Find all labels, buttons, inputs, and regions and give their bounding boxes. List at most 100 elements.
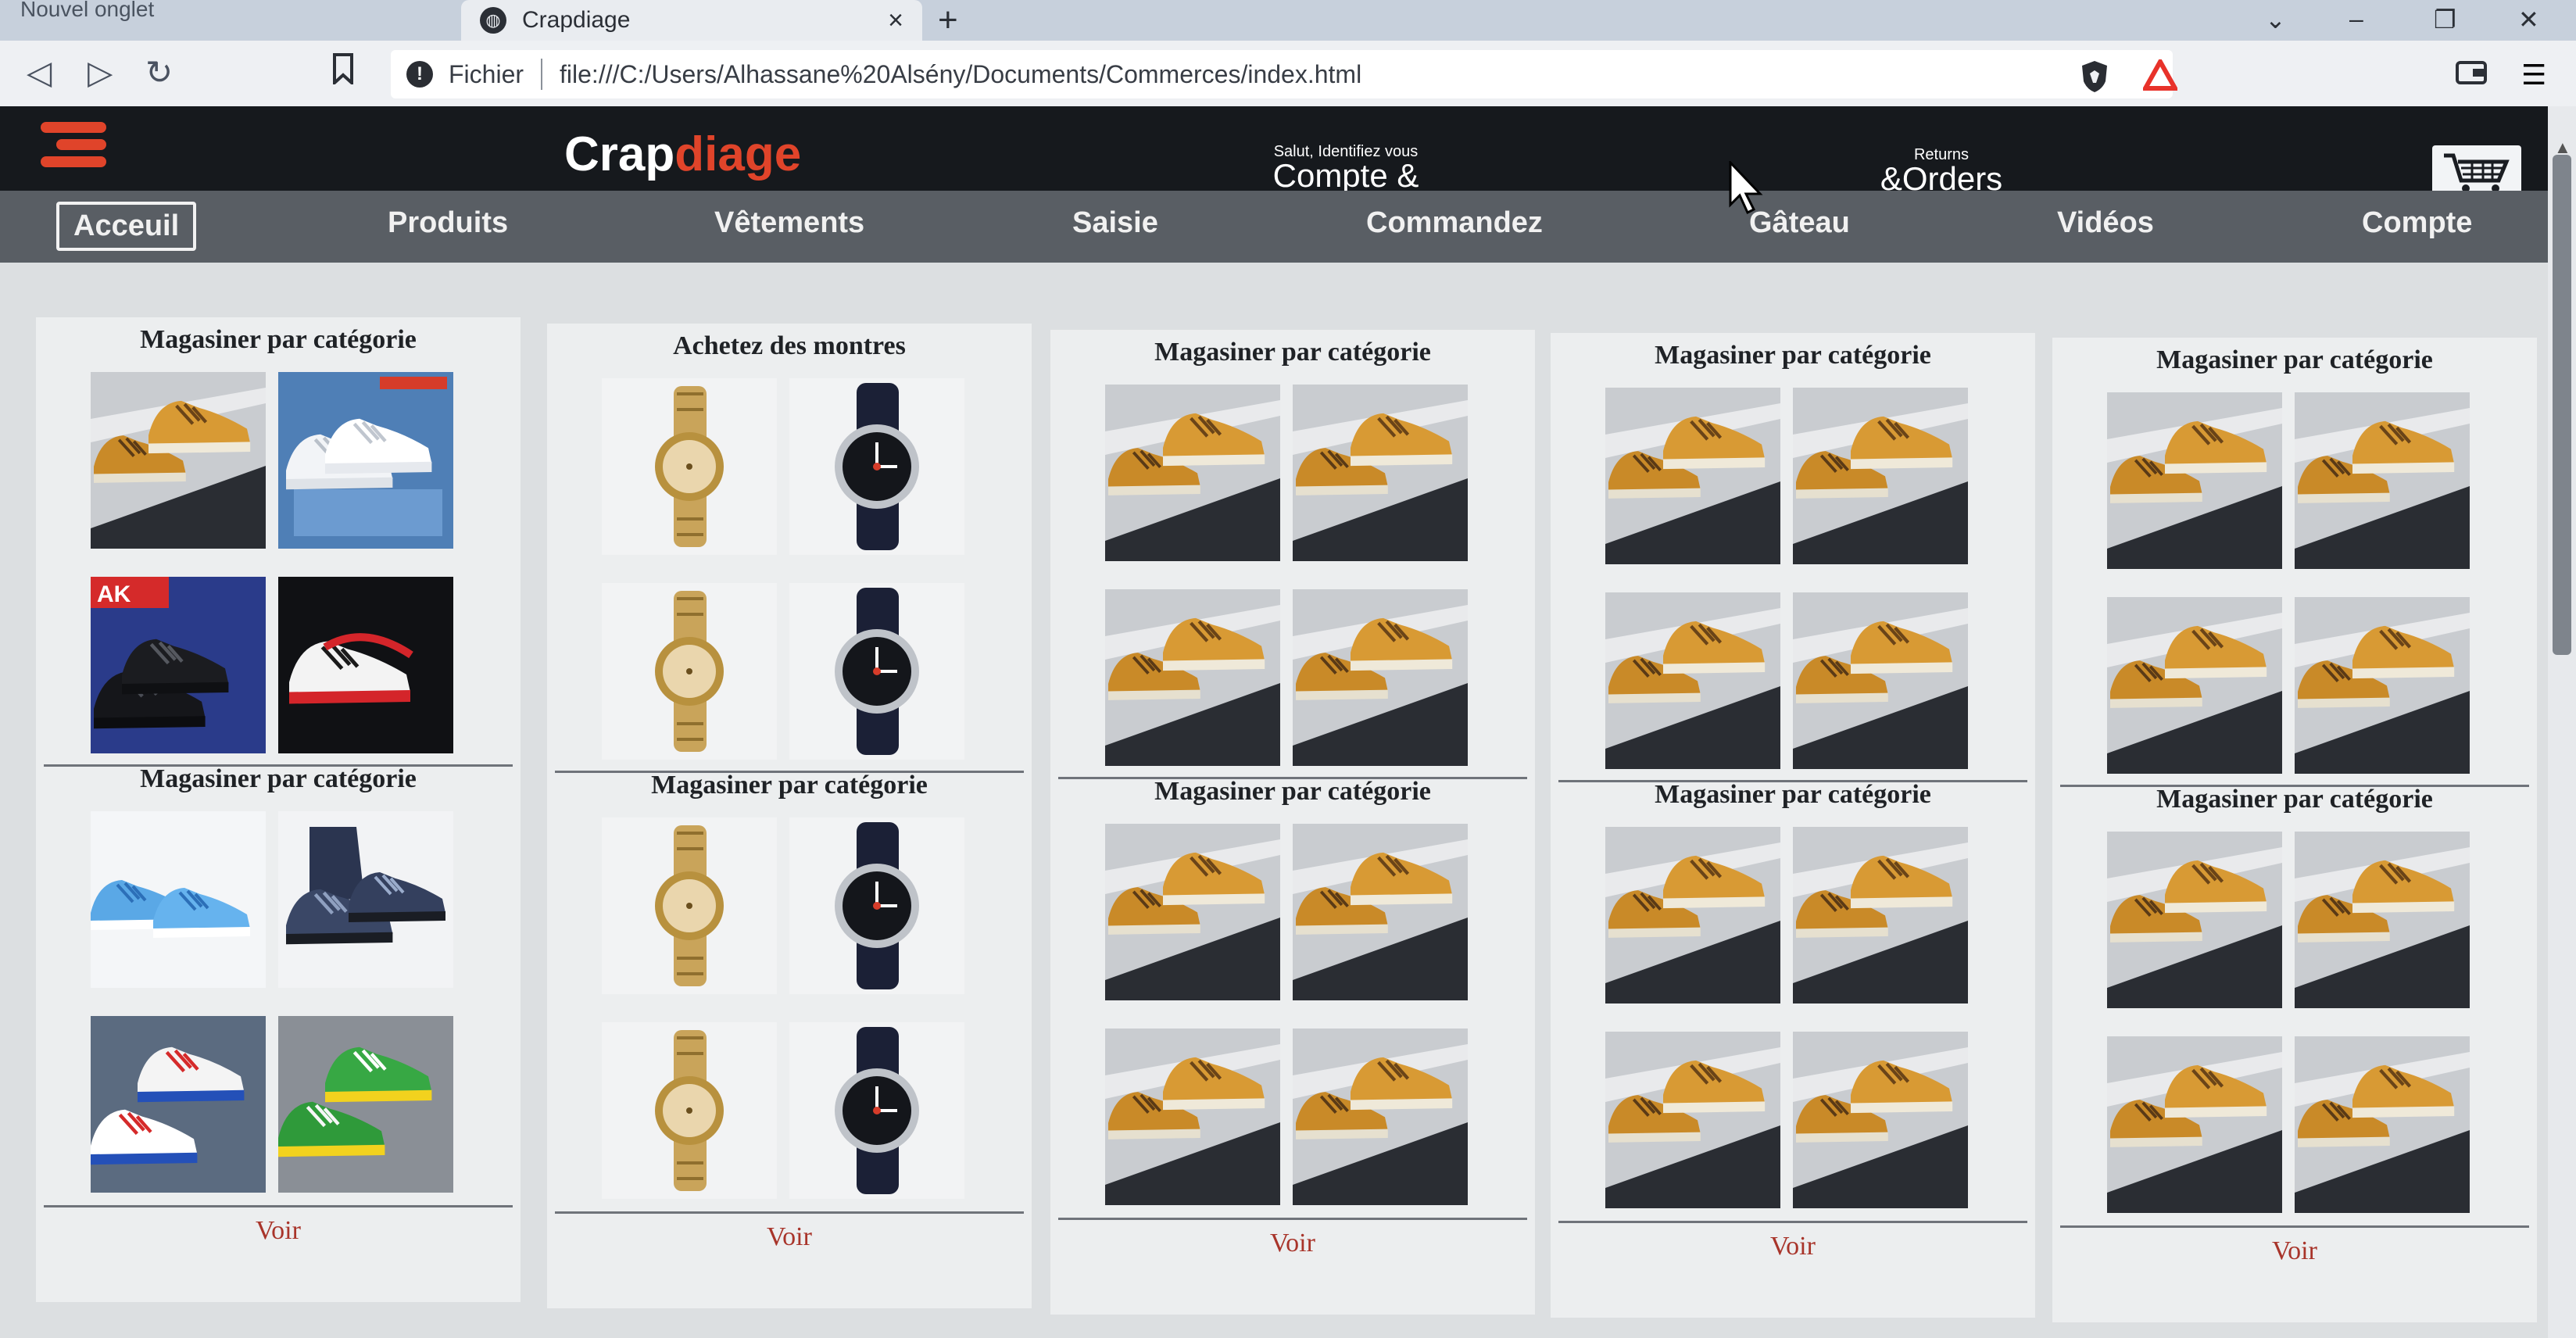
product-image-black-watch[interactable] (789, 378, 964, 555)
product-image-gold-watch[interactable] (602, 378, 777, 555)
nav-saisie[interactable]: Saisie (1058, 202, 1172, 245)
product-image-tan-sneakers[interactable] (1605, 1032, 1780, 1208)
reload-icon[interactable]: ↻ (145, 53, 173, 92)
section-divider (44, 1205, 513, 1207)
close-tab-icon[interactable]: × (888, 5, 903, 36)
product-image-tan-sneakers[interactable] (1105, 385, 1280, 561)
product-image-gold-watch[interactable] (602, 817, 777, 994)
section-title: Magasiner par catégorie (1154, 338, 1431, 367)
category-section: Magasiner par catégorie AK (36, 325, 521, 763)
tab-new-tab[interactable]: Nouvel onglet (0, 0, 461, 41)
product-image-tan-sneakers[interactable] (1293, 385, 1468, 561)
browser-toolbar: ◁ ▷ ↻ ! Fichier file:///C:/Users/Alhassa… (0, 41, 2576, 106)
product-image-green-yellow-sneakers[interactable] (278, 1016, 453, 1193)
product-image-tan-sneakers[interactable] (2295, 597, 2470, 774)
shield-icon[interactable] (2079, 59, 2110, 99)
wallet-icon[interactable] (2456, 59, 2487, 91)
category-section: Magasiner par catégorie (1551, 341, 2035, 778)
category-section: Magasiner par catégorie (2052, 785, 2537, 1222)
tab-new-tab-label: Nouvel onglet (20, 0, 155, 21)
maximize-button[interactable]: ❐ (2434, 5, 2456, 34)
product-image-gold-watch[interactable] (602, 583, 777, 760)
product-image-tan-sneakers[interactable] (1105, 824, 1280, 1000)
product-image-tan-sneakers[interactable] (2107, 1036, 2282, 1213)
product-image-tan-sneakers[interactable] (1293, 589, 1468, 766)
nav-vetements[interactable]: Vêtements (700, 202, 878, 245)
product-grid: Magasiner par catégorie AK Magasiner par… (0, 263, 2548, 1338)
product-image-tan-sneakers[interactable] (2107, 832, 2282, 1008)
category-section: Achetez des montres (547, 331, 1032, 769)
hamburger-menu-icon[interactable] (41, 122, 106, 174)
product-image-tan-sneakers[interactable] (1793, 592, 1968, 769)
menu-icon[interactable]: ☰ (2521, 59, 2546, 91)
section-title: Magasiner par catégorie (2156, 345, 2433, 374)
site-info-icon[interactable]: ! (406, 61, 433, 88)
url-scheme-label: Fichier (449, 59, 524, 88)
section-title: Magasiner par catégorie (140, 325, 417, 354)
product-image-tan-sneakers[interactable] (1605, 827, 1780, 1004)
minimize-button[interactable]: – (2349, 5, 2363, 34)
product-image-tan-sneakers[interactable] (91, 372, 266, 549)
product-image-tan-sneakers[interactable] (2295, 1036, 2470, 1213)
product-image-white-sneakers-box[interactable] (278, 372, 453, 549)
product-image-navy-high-top[interactable] (278, 811, 453, 988)
site-header: Crapdiage Salut, Identifiez vous Compte … (0, 106, 2548, 225)
product-image-black-boots-ak[interactable]: AK (91, 577, 266, 753)
address-bar[interactable]: ! Fichier file:///C:/Users/Alhassane%20A… (391, 50, 2173, 98)
product-image-tan-sneakers[interactable] (1605, 388, 1780, 564)
voir-link[interactable]: Voir (36, 1216, 521, 1246)
voir-link[interactable]: Voir (1551, 1232, 2035, 1261)
product-image-black-watch[interactable] (789, 817, 964, 994)
product-image-tan-sneakers[interactable] (1293, 1029, 1468, 1205)
nav-produits[interactable]: Produits (374, 202, 522, 245)
page-scrollbar[interactable]: ▲ (2548, 106, 2576, 1338)
scrollbar-thumb[interactable] (2553, 155, 2571, 655)
product-image-tan-sneakers[interactable] (1105, 589, 1280, 766)
nav-compte[interactable]: Compte (2348, 202, 2486, 245)
voir-link[interactable]: Voir (547, 1222, 1032, 1252)
product-image-tan-sneakers[interactable] (1793, 827, 1968, 1004)
product-image-tan-sneakers[interactable] (2107, 392, 2282, 569)
rewards-triangle-icon[interactable] (2141, 56, 2180, 96)
product-image-gold-watch[interactable] (602, 1022, 777, 1199)
nav-commandez[interactable]: Commandez (1352, 202, 1557, 245)
svg-text:AK: AK (97, 581, 131, 607)
product-image-tan-sneakers[interactable] (1605, 592, 1780, 769)
section-title: Magasiner par catégorie (1655, 780, 1931, 809)
browser-tab-bar: Nouvel onglet ◍ Crapdiage × + ⌄ – ❐ ✕ (0, 0, 2576, 41)
product-card: Magasiner par catégorie AK Magasiner par… (36, 317, 521, 1302)
mouse-cursor-icon (1729, 161, 1763, 215)
tab-list-chevron-icon[interactable]: ⌄ (2265, 5, 2286, 34)
product-image-red-blue-sneakers[interactable] (91, 1016, 266, 1193)
product-image-tan-sneakers[interactable] (1793, 1032, 1968, 1208)
nav-videos[interactable]: Vidéos (2043, 202, 2168, 245)
url-text[interactable]: file:///C:/Users/Alhassane%20Alsény/Docu… (560, 60, 1361, 89)
section-title: Achetez des montres (673, 331, 906, 360)
orders-link[interactable]: Returns &Orders (1879, 147, 2004, 195)
product-image-tan-sneakers[interactable] (2107, 597, 2282, 774)
voir-link[interactable]: Voir (2052, 1236, 2537, 1266)
product-image-tan-sneakers[interactable] (2295, 832, 2470, 1008)
product-image-tan-sneakers[interactable] (1793, 388, 1968, 564)
product-image-black-watch[interactable] (789, 583, 964, 760)
product-image-tan-sneakers[interactable] (1105, 1029, 1280, 1205)
tab-crapdiage[interactable]: ◍ Crapdiage × (461, 0, 922, 41)
section-divider (1558, 1221, 2027, 1223)
voir-link[interactable]: Voir (1050, 1229, 1535, 1258)
section-title: Magasiner par catégorie (1154, 777, 1431, 806)
product-image-blue-sneakers[interactable] (91, 811, 266, 988)
bookmark-icon[interactable] (331, 53, 355, 93)
globe-icon: ◍ (480, 7, 506, 34)
product-image-tan-sneakers[interactable] (2295, 392, 2470, 569)
product-image-black-red-sneakers[interactable] (278, 577, 453, 753)
forward-icon[interactable]: ▷ (88, 53, 113, 92)
site-logo[interactable]: Crapdiage (564, 127, 801, 182)
section-title: Magasiner par catégorie (2156, 785, 2433, 814)
nav-acceuil[interactable]: Acceuil (56, 202, 197, 251)
new-tab-button[interactable]: + (938, 3, 958, 38)
url-separator (541, 59, 543, 90)
product-image-black-watch[interactable] (789, 1022, 964, 1199)
product-image-tan-sneakers[interactable] (1293, 824, 1468, 1000)
back-icon[interactable]: ◁ (27, 53, 52, 92)
close-window-button[interactable]: ✕ (2518, 5, 2539, 34)
